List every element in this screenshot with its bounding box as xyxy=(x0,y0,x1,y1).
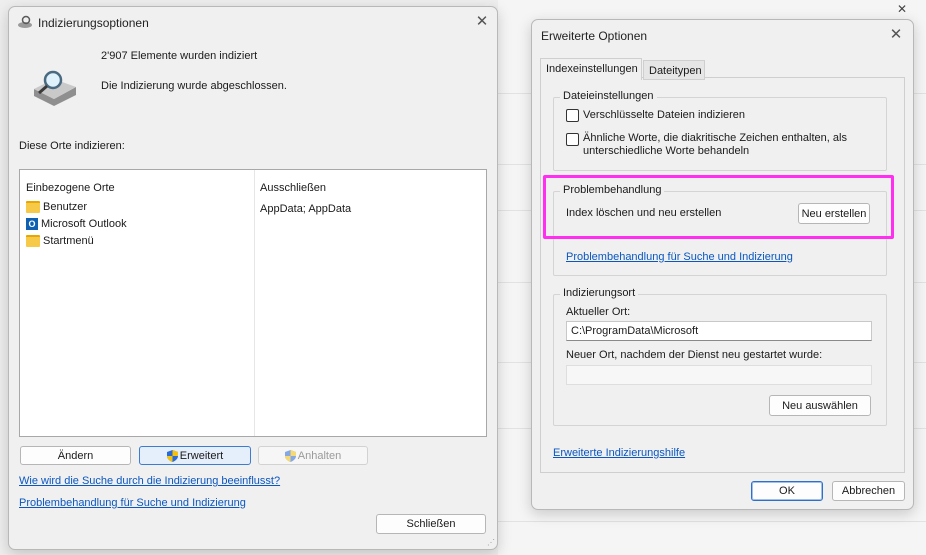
change-button[interactable]: Ändern xyxy=(20,446,131,465)
pause-button[interactable]: Anhalten xyxy=(258,446,368,465)
advanced-button-label: Erweitert xyxy=(179,449,224,462)
column-header-included[interactable]: Einbezogene Orte xyxy=(26,182,115,194)
close-button-label: Schließen xyxy=(406,518,456,530)
tab-label: Indexeinstellungen xyxy=(546,63,638,75)
resize-grip-icon[interactable]: ⋰ xyxy=(487,539,495,547)
advanced-help-link[interactable]: Erweiterte Indizierungshilfe xyxy=(553,447,685,459)
troubleshoot-link[interactable]: Problembehandlung für Suche und Indizier… xyxy=(19,497,246,509)
advanced-button[interactable]: Erweitert xyxy=(139,446,251,465)
ok-button-label: OK xyxy=(779,485,795,497)
pause-button-label: Anhalten xyxy=(297,449,342,462)
group-label: Indizierungsort xyxy=(560,287,639,299)
list-item[interactable]: Benutzer xyxy=(26,201,88,214)
group-label: Dateieinstellungen xyxy=(560,90,657,102)
tab-file-types[interactable]: Dateitypen xyxy=(643,60,705,80)
how-indexing-link[interactable]: Wie wird die Suche durch die Indizierung… xyxy=(19,475,280,487)
list-item[interactable]: Startmenü xyxy=(26,235,94,248)
outlook-icon: O xyxy=(26,218,38,231)
background-divider xyxy=(498,521,926,522)
locations-list[interactable]: Einbezogene Orte Ausschließen Benutzer A… xyxy=(19,169,487,437)
column-header-excluded[interactable]: Ausschließen xyxy=(260,182,326,194)
close-icon[interactable]: ✕ xyxy=(884,24,908,46)
new-location-field[interactable] xyxy=(566,365,872,385)
close-button[interactable]: Schließen xyxy=(376,514,486,534)
troubleshoot-link[interactable]: Problembehandlung für Suche und Indizier… xyxy=(566,251,793,263)
uac-shield-icon xyxy=(284,449,296,462)
current-location-field[interactable]: C:\ProgramData\Microsoft xyxy=(566,321,872,341)
diacritics-label-line1: Ähnliche Worte, die diakritische Zeichen… xyxy=(583,132,847,144)
new-location-label: Neuer Ort, nachdem der Dienst neu gestar… xyxy=(566,349,823,361)
cancel-button-label: Abbrechen xyxy=(841,485,896,497)
column-separator xyxy=(254,170,255,436)
locations-label: Diese Orte indizieren: xyxy=(19,140,125,152)
folder-icon xyxy=(26,201,40,214)
tab-index-settings[interactable]: Indexeinstellungen xyxy=(540,58,642,80)
select-new-button-label: Neu auswählen xyxy=(782,399,858,412)
highlight-annotation xyxy=(543,175,894,239)
cancel-button[interactable]: Abbrechen xyxy=(832,481,905,501)
indexing-app-icon xyxy=(18,15,32,28)
location-exclude: AppData; AppData xyxy=(260,203,352,215)
select-new-button[interactable]: Neu auswählen xyxy=(769,395,871,416)
indexing-options-window: Indizierungsoptionen ✕ 2'907 Elemente wu… xyxy=(8,6,498,550)
indexed-count: 2'907 Elemente wurden indiziert xyxy=(101,50,258,62)
tab-label: Dateitypen xyxy=(649,65,702,77)
title-bar: Erweiterte Optionen ✕ xyxy=(532,20,913,50)
uac-shield-icon xyxy=(166,449,178,462)
encrypted-label: Verschlüsselte Dateien indizieren xyxy=(583,109,746,121)
folder-icon xyxy=(26,235,40,248)
change-button-label: Ändern xyxy=(57,449,94,462)
encrypted-checkbox[interactable] xyxy=(566,109,579,122)
background-close-icon[interactable]: ✕ xyxy=(878,0,926,18)
ok-button[interactable]: OK xyxy=(751,481,823,501)
title-bar: Indizierungsoptionen ✕ xyxy=(9,7,497,37)
list-item[interactable]: O Microsoft Outlook xyxy=(26,218,127,231)
window-title: Indizierungsoptionen xyxy=(38,16,149,30)
advanced-options-window: Erweiterte Optionen ✕ Indexeinstellungen… xyxy=(531,19,914,510)
close-icon[interactable]: ✕ xyxy=(470,11,494,33)
window-title: Erweiterte Optionen xyxy=(541,29,648,43)
diacritics-label-line2: unterschiedliche Worte behandeln xyxy=(583,145,750,157)
current-location-label: Aktueller Ort: xyxy=(566,306,631,318)
location-name: Startmenü xyxy=(43,235,94,247)
indexing-status: Die Indizierung wurde abgeschlossen. xyxy=(101,80,287,92)
indexing-drive-icon xyxy=(34,70,76,106)
location-name: Benutzer xyxy=(43,201,88,213)
diacritics-checkbox[interactable] xyxy=(566,133,579,146)
location-name: Microsoft Outlook xyxy=(41,218,127,230)
